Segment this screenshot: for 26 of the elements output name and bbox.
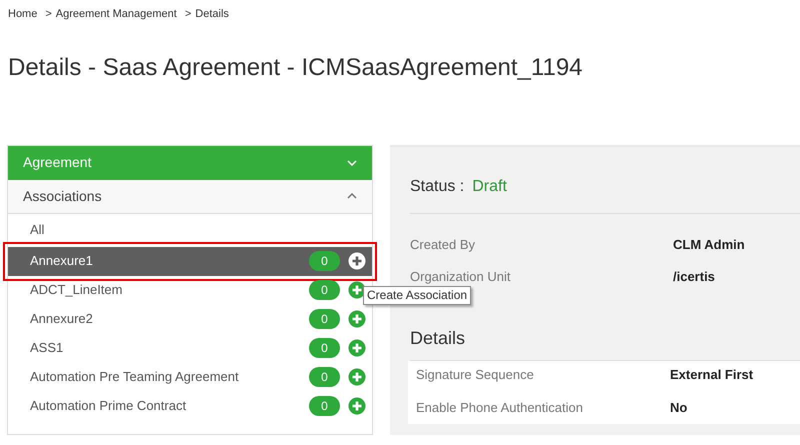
count-badge: 0 xyxy=(309,280,340,300)
association-name: Annexure1 xyxy=(30,252,93,270)
field-value: External First xyxy=(670,366,754,384)
association-name: ADCT_LineItem xyxy=(30,281,122,300)
field-value: CLM Admin xyxy=(673,236,745,254)
breadcrumb-separator: > xyxy=(45,7,52,22)
count-badge: 0 xyxy=(309,309,340,329)
page-title: Details - Saas Agreement - ICMSaasAgreement_1194 xyxy=(7,56,584,80)
association-name: ASS1 xyxy=(30,339,64,358)
tooltip: Create Association xyxy=(363,286,472,304)
field-label: Created By xyxy=(410,236,476,254)
status-value: Draft xyxy=(472,176,507,196)
count-badge: 0 xyxy=(309,367,340,387)
breadcrumb-separator: > xyxy=(184,7,192,22)
field-value: /icertis xyxy=(673,268,715,286)
field-label: Organization Unit xyxy=(410,268,512,286)
count-badge: 0 xyxy=(309,396,340,416)
field-value: No xyxy=(670,399,688,417)
association-name: Annexure2 xyxy=(30,310,93,328)
count-badge: 0 xyxy=(309,251,340,271)
association-name: Automation Prime Contract xyxy=(30,397,186,416)
field-label: Signature Sequence xyxy=(416,366,535,384)
association-name: Automation Pre Teaming Agreement xyxy=(30,368,239,386)
status-label: Status : xyxy=(410,176,464,196)
count-badge: 0 xyxy=(309,338,340,358)
field-label: Enable Phone Authentication xyxy=(416,399,584,417)
